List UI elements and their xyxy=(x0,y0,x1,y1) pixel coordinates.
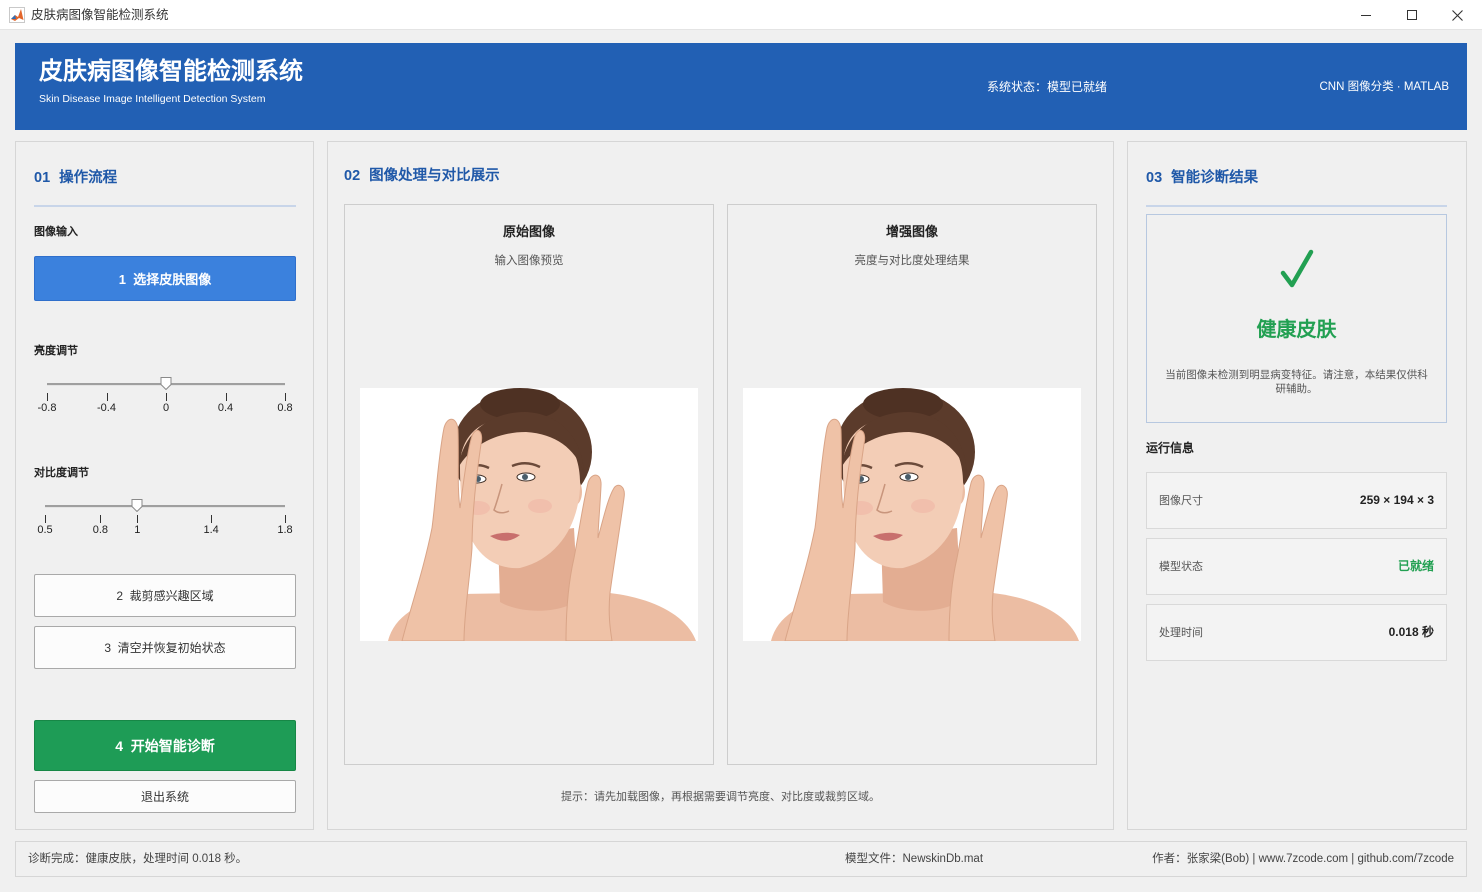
exit-button[interactable]: 退出系统 xyxy=(34,780,296,813)
original-image-title: 原始图像 xyxy=(502,224,555,239)
brightness-slider-thumb[interactable] xyxy=(160,377,172,390)
section-title-operation: 01 操作流程 xyxy=(34,169,117,187)
info-value: 0.018 秒 xyxy=(1388,625,1434,639)
reset-button[interactable]: 3 清空并恢复初始状态 xyxy=(34,626,296,669)
info-label: 处理时间 xyxy=(1159,627,1203,639)
contrast-slider[interactable]: 0.5 0.8 1 1.4 1.8 xyxy=(37,499,293,539)
crop-roi-button[interactable]: 2 裁剪感兴趣区域 xyxy=(34,574,296,617)
maximize-icon xyxy=(1407,10,1417,20)
contrast-tick-label: 1.8 xyxy=(277,524,293,536)
info-card-image-size: 图像尺寸 259 × 194 × 3 xyxy=(1146,472,1447,529)
author-label: 作者：张家梁(Bob) | www.7zcode.com | github.co… xyxy=(1152,853,1454,865)
matlab-icon xyxy=(9,7,25,23)
hint-text: 提示：请先加载图像，再根据需要调节亮度、对比度或裁剪区域。 xyxy=(561,791,880,803)
result-card: 健康皮肤 当前图像未检测到明显病变特征。请注意，本结果仅供科研辅助。 xyxy=(1146,214,1447,423)
window-title: 皮肤病图像智能检测系统 xyxy=(31,8,169,22)
contrast-tick-mark xyxy=(285,515,286,523)
contrast-tick-label: 0.8 xyxy=(92,524,109,536)
contrast-tick-mark xyxy=(100,515,102,523)
contrast-tick-label: 1.4 xyxy=(203,524,219,536)
enhanced-image xyxy=(743,388,1081,641)
info-card-model-status: 模型状态 已就绪 xyxy=(1146,538,1447,595)
enhanced-image-caption: 亮度与对比度处理结果 xyxy=(854,255,970,267)
section-title-text: 智能诊断结果 xyxy=(1171,170,1259,186)
system-status: 系统状态：模型已就绪 xyxy=(987,80,1108,94)
info-card-process-time: 处理时间 0.018 秒 xyxy=(1146,604,1447,661)
checkmark-icon xyxy=(1280,249,1313,288)
section-number: 01 xyxy=(34,170,51,186)
status-bar: 诊断完成：健康皮肤，处理时间 0.018 秒。 模型文件：NewskinDb.m… xyxy=(15,841,1467,877)
section-divider xyxy=(34,205,296,207)
contrast-label: 对比度调节 xyxy=(34,467,89,479)
tech-label: CNN 图像分类 · MATLAB xyxy=(1319,81,1450,93)
contrast-tick-label: 1 xyxy=(134,524,141,536)
minimize-icon xyxy=(1361,14,1371,16)
enhanced-image-panel: 增强图像 亮度与对比度处理结果 xyxy=(727,204,1097,765)
section-title-results: 03 智能诊断结果 xyxy=(1146,169,1258,187)
brightness-tick-mark xyxy=(225,393,227,401)
section-number: 03 xyxy=(1146,170,1163,186)
section-title-text: 操作流程 xyxy=(59,170,118,186)
brightness-tick-label: -0.8 xyxy=(37,402,57,414)
close-button[interactable] xyxy=(1434,0,1480,30)
result-description: 当前图像未检测到明显病变特征。请注意，本结果仅供科研辅助。 xyxy=(1165,369,1428,395)
select-image-button[interactable]: 1 选择皮肤图像 xyxy=(34,256,296,301)
contrast-tick-mark xyxy=(137,515,139,523)
result-label: 健康皮肤 xyxy=(1256,319,1337,341)
image-compare-panel: 02 图像处理与对比展示 原始图像 输入图像预览 增强图像 亮度与对比度处理结果 … xyxy=(327,141,1114,830)
diagnosis-result-panel: 03 智能诊断结果 健康皮肤 当前图像未检测到明显病变特征。请注意，本结果仅供科研… xyxy=(1127,141,1467,830)
info-value: 259 × 194 × 3 xyxy=(1359,493,1434,507)
info-label: 模型状态 xyxy=(1159,561,1203,573)
section-title-text: 图像处理与对比展示 xyxy=(369,168,500,184)
section-number: 02 xyxy=(344,168,361,184)
model-status-badge: 已就绪 xyxy=(1397,559,1434,573)
window-title-bar[interactable]: 皮肤病图像智能检测系统 xyxy=(0,0,1482,30)
contrast-tick-label: 0.5 xyxy=(37,524,53,536)
start-diagnosis-button[interactable]: 4 开始智能诊断 xyxy=(34,720,296,771)
enhanced-image-title: 增强图像 xyxy=(885,224,938,239)
status-message: 诊断完成：健康皮肤，处理时间 0.018 秒。 xyxy=(28,853,248,865)
info-label: 图像尺寸 xyxy=(1159,495,1203,507)
run-info-title: 运行信息 xyxy=(1146,441,1195,455)
original-image-panel: 原始图像 输入图像预览 xyxy=(344,204,714,765)
app-header: 皮肤病图像智能检测系统 Skin Disease Image Intellige… xyxy=(15,43,1467,130)
original-image xyxy=(360,388,698,641)
minimize-button[interactable] xyxy=(1343,0,1389,30)
maximize-button[interactable] xyxy=(1389,0,1435,30)
brightness-tick-mark xyxy=(47,393,48,401)
brightness-tick-label: 0.8 xyxy=(277,402,293,414)
section-title-images: 02 图像处理与对比展示 xyxy=(344,167,500,185)
brightness-tick-mark xyxy=(285,393,286,401)
model-file-label: 模型文件：NewskinDb.mat xyxy=(845,853,984,865)
brightness-tick-label: 0 xyxy=(162,402,170,414)
app-subtitle: Skin Disease Image Intelligent Detection… xyxy=(39,93,266,105)
brightness-tick-mark xyxy=(106,393,108,401)
original-image-caption: 输入图像预览 xyxy=(494,255,564,267)
close-icon xyxy=(1451,9,1463,21)
brightness-slider[interactable]: -0.8 -0.4 0 0.4 0.8 xyxy=(38,377,293,417)
operation-panel: 01 操作流程 图像输入 1 选择皮肤图像 亮度调节 -0.8 -0.4 0 0.4 0.… xyxy=(15,141,314,830)
contrast-tick-mark xyxy=(211,515,213,523)
section-divider xyxy=(1146,205,1447,207)
brightness-tick-mark xyxy=(166,393,167,401)
contrast-slider-ticks: 0.5 0.8 1 1.4 1.8 xyxy=(37,505,293,539)
brightness-label: 亮度调节 xyxy=(34,345,78,357)
contrast-tick-mark xyxy=(45,515,46,523)
contrast-slider-thumb[interactable] xyxy=(131,499,143,512)
image-input-label: 图像输入 xyxy=(34,226,78,238)
brightness-tick-label: -0.4 xyxy=(97,402,116,414)
brightness-tick-label: 0.4 xyxy=(217,402,234,414)
app-title: 皮肤病图像智能检测系统 xyxy=(39,58,303,85)
